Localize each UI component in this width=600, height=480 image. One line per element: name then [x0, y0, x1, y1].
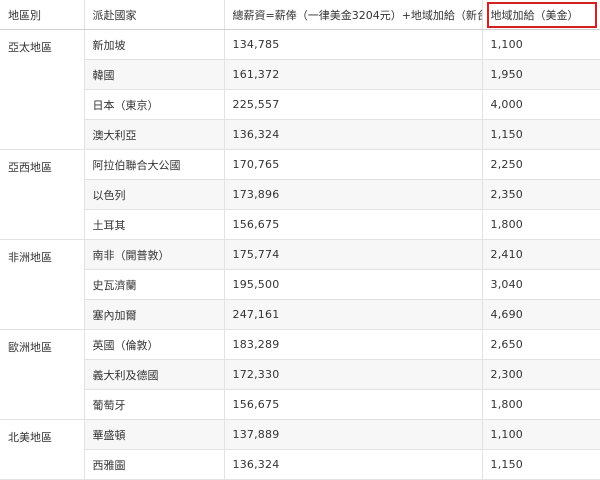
table-row: 北美地區 華盛頓 137,889 1,100 [0, 419, 600, 480]
table-body: 亞太地區 新加坡 134,785 1,100 韓國 161,372 1,950 日本（東京） 2… [0, 29, 600, 480]
salary-cell: 175,774 [224, 239, 483, 270]
country-cell: 土耳其 [84, 209, 225, 240]
country-cell: 史瓦濟蘭 [84, 269, 225, 300]
country-cell: 華盛頓 [84, 419, 225, 450]
allowance-cell: 2,350 [482, 179, 600, 210]
allowance-cell: 1,950 [482, 59, 600, 90]
allowance-cell: 1,100 [482, 419, 600, 450]
header-region: 地區別 [0, 0, 85, 30]
salary-cell: 134,785 [224, 29, 483, 60]
salary-cell: 172,330 [224, 359, 483, 390]
table-row: 土耳其 156,675 1,800 [0, 209, 600, 240]
allowance-cell: 3,040 [482, 269, 600, 300]
allowance-cell: 1,100 [482, 29, 600, 60]
country-cell: 澳大利亞 [84, 119, 225, 150]
allowance-cell: 2,410 [482, 239, 600, 270]
salary-cell: 247,161 [224, 299, 483, 330]
country-cell: 以色列 [84, 179, 225, 210]
salary-cell: 225,557 [224, 89, 483, 120]
table-row: 日本（東京） 225,557 4,000 [0, 89, 600, 120]
country-cell: 阿拉伯聯合大公國 [84, 149, 225, 180]
country-cell: 英國（倫敦） [84, 329, 225, 360]
country-cell: 新加坡 [84, 29, 225, 60]
table-row: 以色列 173,896 2,350 [0, 179, 600, 210]
header-total-salary: 總薪資=薪俸（一律美金3204元）+地域加給（新台幣） [224, 0, 483, 30]
region-cell: 北美地區 [0, 419, 85, 480]
table-row: 西雅圖 136,324 1,150 [0, 449, 600, 480]
country-cell: 義大利及德國 [84, 359, 225, 390]
table-row: 歐洲地區 英國（倫敦） 183,289 2,650 [0, 329, 600, 420]
salary-cell: 137,889 [224, 419, 483, 450]
salary-cell: 195,500 [224, 269, 483, 300]
allowance-cell: 1,800 [482, 389, 600, 420]
salary-cell: 156,675 [224, 209, 483, 240]
table-row: 義大利及德國 172,330 2,300 [0, 359, 600, 390]
salary-cell: 156,675 [224, 389, 483, 420]
table-row: 非洲地區 南非（開普敦） 175,774 2,410 [0, 239, 600, 330]
allowance-cell: 2,300 [482, 359, 600, 390]
table-row: 亞太地區 新加坡 134,785 1,100 [0, 29, 600, 150]
salary-cell: 170,765 [224, 149, 483, 180]
table-row: 史瓦濟蘭 195,500 3,040 [0, 269, 600, 300]
salary-cell: 183,289 [224, 329, 483, 360]
table-header-row: 地區別 派赴國家 總薪資=薪俸（一律美金3204元）+地域加給（新台幣） 地域加… [0, 0, 600, 30]
table-row: 葡萄牙 156,675 1,800 [0, 389, 600, 420]
allowance-cell: 4,690 [482, 299, 600, 330]
allowance-cell: 2,650 [482, 329, 600, 360]
table-row: 韓國 161,372 1,950 [0, 59, 600, 90]
table-row: 亞西地區 阿拉伯聯合大公國 170,765 2,250 [0, 149, 600, 240]
salary-cell: 136,324 [224, 449, 483, 480]
salary-cell: 136,324 [224, 119, 483, 150]
country-cell: 葡萄牙 [84, 389, 225, 420]
header-country: 派赴國家 [84, 0, 225, 30]
allowance-cell: 1,800 [482, 209, 600, 240]
country-cell: 南非（開普敦） [84, 239, 225, 270]
region-cell: 亞西地區 [0, 149, 85, 240]
allowance-cell: 1,150 [482, 449, 600, 480]
header-allowance-cell: 地域加給（美金） [482, 0, 600, 30]
salary-cell: 173,896 [224, 179, 483, 210]
allowance-cell: 2,250 [482, 149, 600, 180]
country-cell: 日本（東京） [84, 89, 225, 120]
allowance-cell: 1,150 [482, 119, 600, 150]
region-cell: 非洲地區 [0, 239, 85, 330]
salary-table: 地區別 派赴國家 總薪資=薪俸（一律美金3204元）+地域加給（新台幣） 地域加… [0, 0, 600, 480]
region-cell: 歐洲地區 [0, 329, 85, 420]
country-cell: 韓國 [84, 59, 225, 90]
table-row: 澳大利亞 136,324 1,150 [0, 119, 600, 150]
salary-cell: 161,372 [224, 59, 483, 90]
region-cell: 亞太地區 [0, 29, 85, 150]
country-cell: 塞內加爾 [84, 299, 225, 330]
allowance-cell: 4,000 [482, 89, 600, 120]
country-cell: 西雅圖 [84, 449, 225, 480]
header-allowance-highlight: 地域加給（美金） [486, 1, 597, 28]
table-row: 塞內加爾 247,161 4,690 [0, 299, 600, 330]
